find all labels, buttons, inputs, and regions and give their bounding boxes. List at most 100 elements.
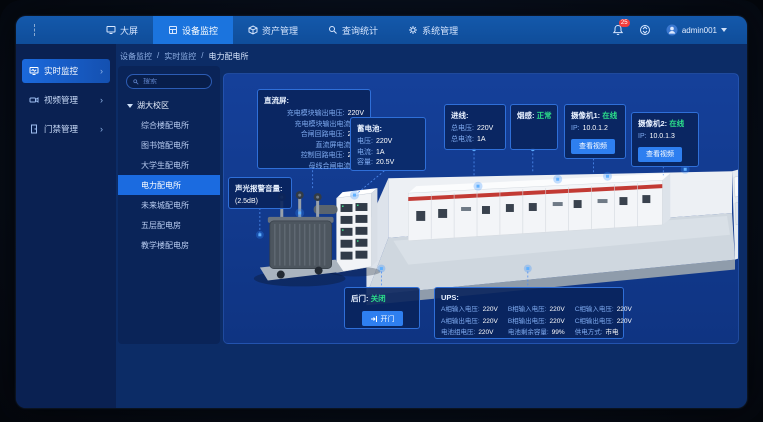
tree-item-substation[interactable]: 大学生配电所 bbox=[118, 155, 220, 175]
nav-item-label: 资产管理 bbox=[262, 24, 298, 37]
ip-value: 10.0.1.3 bbox=[650, 132, 675, 143]
switch-screen-icon bbox=[639, 24, 651, 36]
screen-frame: 大屏 设备监控 资产管理 查询统计 系统管理 bbox=[0, 0, 763, 422]
card-title: 声光报警音量: bbox=[235, 183, 285, 194]
gear-icon bbox=[408, 25, 418, 35]
tree-item-substation[interactable]: 教学楼配电房 bbox=[118, 235, 220, 255]
field-label: 合闸回路电压: bbox=[264, 130, 345, 141]
breadcrumb-separator: / bbox=[157, 51, 159, 62]
field-label: 电流: bbox=[357, 148, 373, 159]
status-badge: 在线 bbox=[602, 111, 617, 120]
back-door-card: 后门: 关闭 开门 bbox=[344, 287, 420, 329]
video-camera-icon bbox=[29, 95, 39, 105]
tree-root-label: 湖大校区 bbox=[137, 100, 169, 111]
chevron-down-icon bbox=[721, 28, 727, 32]
chevron-right-icon: › bbox=[100, 125, 103, 134]
breadcrumb-current: 电力配电所 bbox=[208, 51, 248, 62]
sidebar-item-label: 视频管理 bbox=[44, 94, 78, 106]
card-title: 进线: bbox=[451, 110, 499, 121]
sidebar-item-realtime-monitor[interactable]: 实时监控 › bbox=[22, 59, 110, 83]
tree-item-substation[interactable]: 五层配电房 bbox=[118, 215, 220, 235]
incoming-line-card: 进线: 总电压:220V 总电流:1A bbox=[444, 104, 506, 150]
field-value: 1A bbox=[477, 135, 486, 146]
sidebar-item-label: 实时监控 bbox=[44, 65, 78, 77]
ups-card: UPS: A相输入电压:220V B相输入电压:220V C相输入电压:220V… bbox=[434, 287, 624, 339]
open-door-icon bbox=[370, 315, 378, 323]
nav-item-assets[interactable]: 资产管理 bbox=[233, 16, 313, 44]
nav-item-label: 设备监控 bbox=[182, 24, 218, 37]
user-menu[interactable]: admin001 bbox=[666, 24, 727, 36]
field-label: 充电模块输出电流: bbox=[264, 120, 352, 131]
sidebar-item-label: 门禁管理 bbox=[44, 123, 78, 135]
caret-down-icon bbox=[127, 104, 133, 108]
asset-box-icon bbox=[248, 25, 258, 35]
nav-item-label: 系统管理 bbox=[422, 24, 458, 37]
notification-bell-button[interactable]: 25 bbox=[612, 24, 624, 36]
field-label: IP: bbox=[571, 124, 580, 135]
nav-item-label: 大屏 bbox=[120, 24, 138, 37]
breadcrumb-item[interactable]: 实时监控 bbox=[164, 51, 196, 62]
card-title: 蓄电池: bbox=[357, 123, 419, 134]
field-label: 控制回路电压: bbox=[264, 151, 345, 162]
field-label: 直流屏电流: bbox=[264, 141, 352, 152]
tree-item-substation[interactable]: 图书馆配电所 bbox=[118, 135, 220, 155]
door-status: 关闭 bbox=[371, 294, 386, 303]
nav-divider bbox=[34, 24, 35, 36]
field-label: 电压: bbox=[357, 137, 373, 148]
realtime-monitor-icon bbox=[29, 66, 39, 76]
breadcrumb-item[interactable]: 设备监控 bbox=[120, 51, 152, 62]
card-title: 后门: 关闭 bbox=[351, 293, 413, 304]
card-title: UPS: bbox=[441, 293, 617, 302]
tree-item-substation-selected[interactable]: 电力配电所 bbox=[118, 175, 220, 195]
ip-value: 10.0.1.2 bbox=[583, 124, 608, 135]
nav-item-label: 查询统计 bbox=[342, 24, 378, 37]
field-label: IP: bbox=[638, 132, 647, 143]
battery-card: 蓄电池: 电压:220V 电流:1A 容量:20.5V bbox=[350, 117, 426, 171]
field-value: 1A bbox=[376, 148, 385, 159]
device-monitor-icon bbox=[168, 25, 178, 35]
left-sidebar: 实时监控 › 视频管理 › 门禁管理 › bbox=[16, 44, 116, 408]
chevron-right-icon: › bbox=[100, 67, 103, 76]
chevron-right-icon: › bbox=[100, 96, 103, 105]
sound-light-alarm-card: 声光报警音量: (2.5dB) bbox=[228, 177, 292, 209]
open-door-button[interactable]: 开门 bbox=[362, 311, 403, 326]
tree-item-substation[interactable]: 综合楼配电所 bbox=[118, 115, 220, 135]
view-video-button[interactable]: 查看视频 bbox=[571, 139, 615, 154]
field-label: 总电压: bbox=[451, 124, 474, 135]
search-icon bbox=[133, 78, 139, 86]
sidebar-item-door-access[interactable]: 门禁管理 › bbox=[22, 117, 110, 141]
field-label: 总电流: bbox=[451, 135, 474, 146]
card-title: 烟感: 正常 bbox=[517, 110, 551, 121]
card-title: 摄像机1: 在线 bbox=[571, 110, 619, 121]
field-value: 220V bbox=[477, 124, 493, 135]
field-label: 充电模块输出电压: bbox=[264, 109, 345, 120]
switch-screen-button[interactable] bbox=[639, 24, 651, 36]
top-navbar: 大屏 设备监控 资产管理 查询统计 系统管理 bbox=[16, 16, 747, 44]
breadcrumb: 设备监控 / 实时监控 / 电力配电所 bbox=[120, 51, 248, 62]
view-video-button[interactable]: 查看视频 bbox=[638, 147, 682, 162]
substation-monitor-panel: 直流屏: 充电模块输出电压: 220V 充电模块输出电流: 1A 合闸回路电压: 20… bbox=[223, 73, 739, 344]
tree-item-substation[interactable]: 未来城配电所 bbox=[118, 195, 220, 215]
tree-root-campus[interactable]: 湖大校区 bbox=[118, 97, 220, 115]
camera1-card: 摄像机1: 在线 IP:10.0.1.2 查看视频 bbox=[564, 104, 626, 159]
door-icon bbox=[29, 124, 39, 134]
card-title: 摄像机2: 在线 bbox=[638, 118, 692, 129]
tree-search-input[interactable] bbox=[143, 78, 205, 85]
nav-item-dashboard[interactable]: 大屏 bbox=[91, 16, 153, 44]
sidebar-item-video[interactable]: 视频管理 › bbox=[22, 88, 110, 112]
username: admin001 bbox=[682, 26, 717, 35]
nav-menu: 大屏 设备监控 资产管理 查询统计 系统管理 bbox=[91, 16, 473, 44]
nav-right-tools: 25 admin001 bbox=[612, 24, 747, 36]
tree-search-box[interactable] bbox=[126, 74, 212, 89]
card-title: 直流屏: bbox=[264, 95, 364, 106]
camera2-card: 摄像机2: 在线 IP:10.0.1.3 查看视频 bbox=[631, 112, 699, 167]
nav-item-query-stats[interactable]: 查询统计 bbox=[313, 16, 393, 44]
breadcrumb-separator: / bbox=[201, 51, 203, 62]
field-value: 220V bbox=[376, 137, 392, 148]
ups-metrics-grid: A相输入电压:220V B相输入电压:220V C相输入电压:220V A相输出… bbox=[441, 305, 617, 338]
nav-item-system[interactable]: 系统管理 bbox=[393, 16, 473, 44]
field-label: 容量: bbox=[357, 158, 373, 169]
app-window: 大屏 设备监控 资产管理 查询统计 系统管理 bbox=[16, 16, 747, 408]
field-value: 20.5V bbox=[376, 158, 394, 169]
nav-item-device-monitor[interactable]: 设备监控 bbox=[153, 16, 233, 44]
